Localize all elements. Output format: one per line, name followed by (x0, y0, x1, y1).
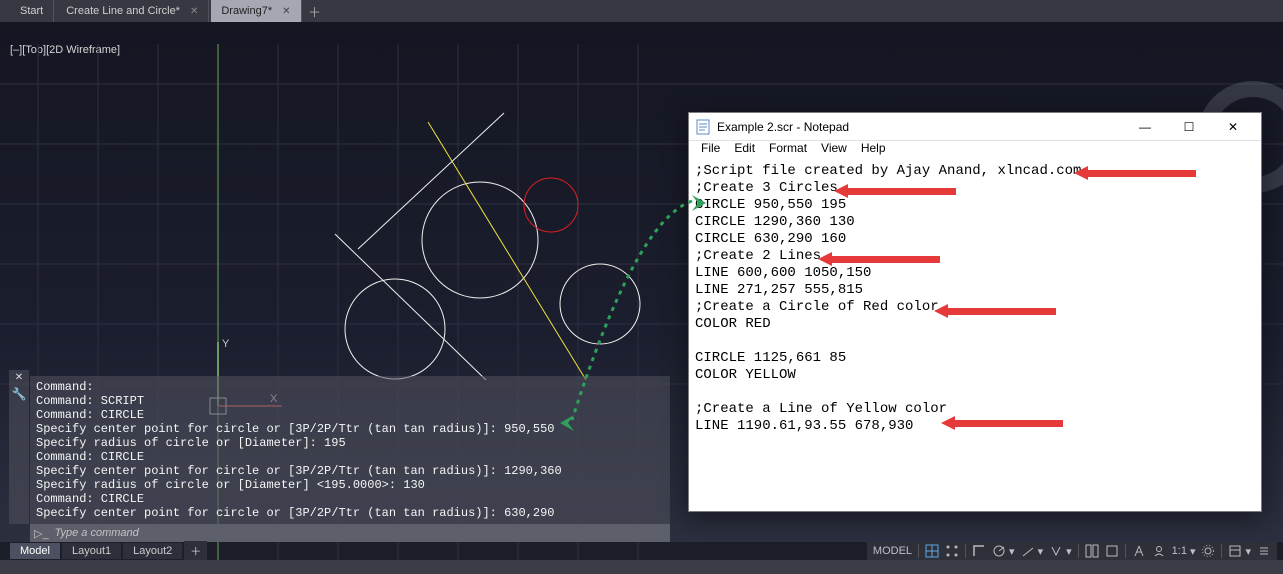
layout-tab-bar: Model Layout1 Layout2 ＋ (10, 542, 207, 560)
annotation-arrow-4 (948, 308, 1056, 322)
close-icon[interactable]: ✕ (190, 6, 198, 17)
add-tab-button[interactable]: ＋ (304, 2, 326, 21)
gear-icon[interactable] (1201, 544, 1215, 558)
add-layout-button[interactable]: ＋ (184, 541, 207, 561)
osnap-icon[interactable]: ▾ (1049, 544, 1072, 558)
menu-view[interactable]: View (815, 141, 853, 161)
command-input-placeholder: Type a command (55, 527, 139, 539)
lineweight-icon[interactable] (1085, 544, 1099, 558)
status-tray: MODEL ▾ ▾ ▾ 1:1▾ ▾ (867, 542, 1277, 560)
layout-tab-model[interactable]: Model (10, 543, 60, 559)
tab-label: Drawing7* (221, 5, 272, 17)
anno-scale-button[interactable]: 1:1▾ (1172, 545, 1196, 558)
customize-icon[interactable] (1257, 544, 1271, 558)
command-window-gutter: ✕ 🔧 (9, 370, 29, 524)
close-icon[interactable]: ✕ (15, 370, 23, 383)
command-input-row[interactable]: ▷_ Type a command (30, 524, 670, 542)
iso-icon[interactable]: ▾ (1021, 544, 1044, 558)
notepad-icon (695, 119, 711, 135)
tab-label: Create Line and Circle* (66, 5, 180, 17)
tab-drawing7[interactable]: Drawing7* ✕ (211, 0, 301, 22)
ortho-icon[interactable] (972, 544, 986, 558)
menu-edit[interactable]: Edit (728, 141, 761, 161)
menu-format[interactable]: Format (763, 141, 813, 161)
document-tab-bar: Start Create Line and Circle* ✕ Drawing7… (0, 0, 1283, 22)
tab-create-line-circle[interactable]: Create Line and Circle* ✕ (56, 0, 209, 22)
polar-icon[interactable]: ▾ (992, 544, 1015, 558)
menu-file[interactable]: File (695, 141, 726, 161)
transparency-icon[interactable] (1105, 544, 1119, 558)
snap-icon[interactable] (945, 544, 959, 558)
annotation-arrow-2 (848, 188, 956, 202)
circle-1 (422, 182, 538, 298)
command-history: Command: Command: SCRIPT Command: CIRCLE… (30, 376, 670, 524)
annotation-arrow-1 (1088, 170, 1196, 184)
circle-2 (560, 264, 640, 344)
close-icon[interactable]: ✕ (282, 6, 290, 17)
line-1 (335, 234, 486, 380)
svg-text:Y: Y (222, 338, 230, 350)
annotation-icon[interactable] (1132, 544, 1146, 558)
chevron-right-icon: ▷_ (34, 527, 55, 540)
menu-help[interactable]: Help (855, 141, 892, 161)
status-bar (0, 560, 1283, 574)
close-button[interactable]: ✕ (1211, 113, 1255, 141)
wrench-icon[interactable]: 🔧 (12, 383, 27, 401)
notepad-editor[interactable]: ;Script file created by Ajay Anand, xlnc… (689, 161, 1261, 511)
layout-tab-layout2[interactable]: Layout2 (123, 543, 182, 559)
tab-label: Start (20, 5, 43, 17)
notepad-titlebar[interactable]: Example 2.scr - Notepad — ☐ ✕ (689, 113, 1261, 141)
circle-red (524, 178, 578, 232)
notepad-title: Example 2.scr - Notepad (717, 120, 1123, 134)
annotation-arrow-5 (955, 420, 1063, 434)
tab-start[interactable]: Start (10, 0, 54, 22)
line-2 (358, 113, 504, 249)
annotation-arrow-3 (832, 256, 940, 270)
line-yellow (428, 122, 586, 380)
workspace-icon[interactable]: ▾ (1228, 544, 1251, 558)
model-space-button[interactable]: MODEL (873, 545, 912, 557)
grid-icon[interactable] (925, 544, 939, 558)
layout-tab-layout1[interactable]: Layout1 (62, 543, 121, 559)
maximize-button[interactable]: ☐ (1167, 113, 1211, 141)
person-icon[interactable] (1152, 544, 1166, 558)
circle-3 (345, 279, 445, 379)
minimize-button[interactable]: — (1123, 113, 1167, 141)
notepad-menu-bar: File Edit Format View Help (689, 141, 1261, 161)
